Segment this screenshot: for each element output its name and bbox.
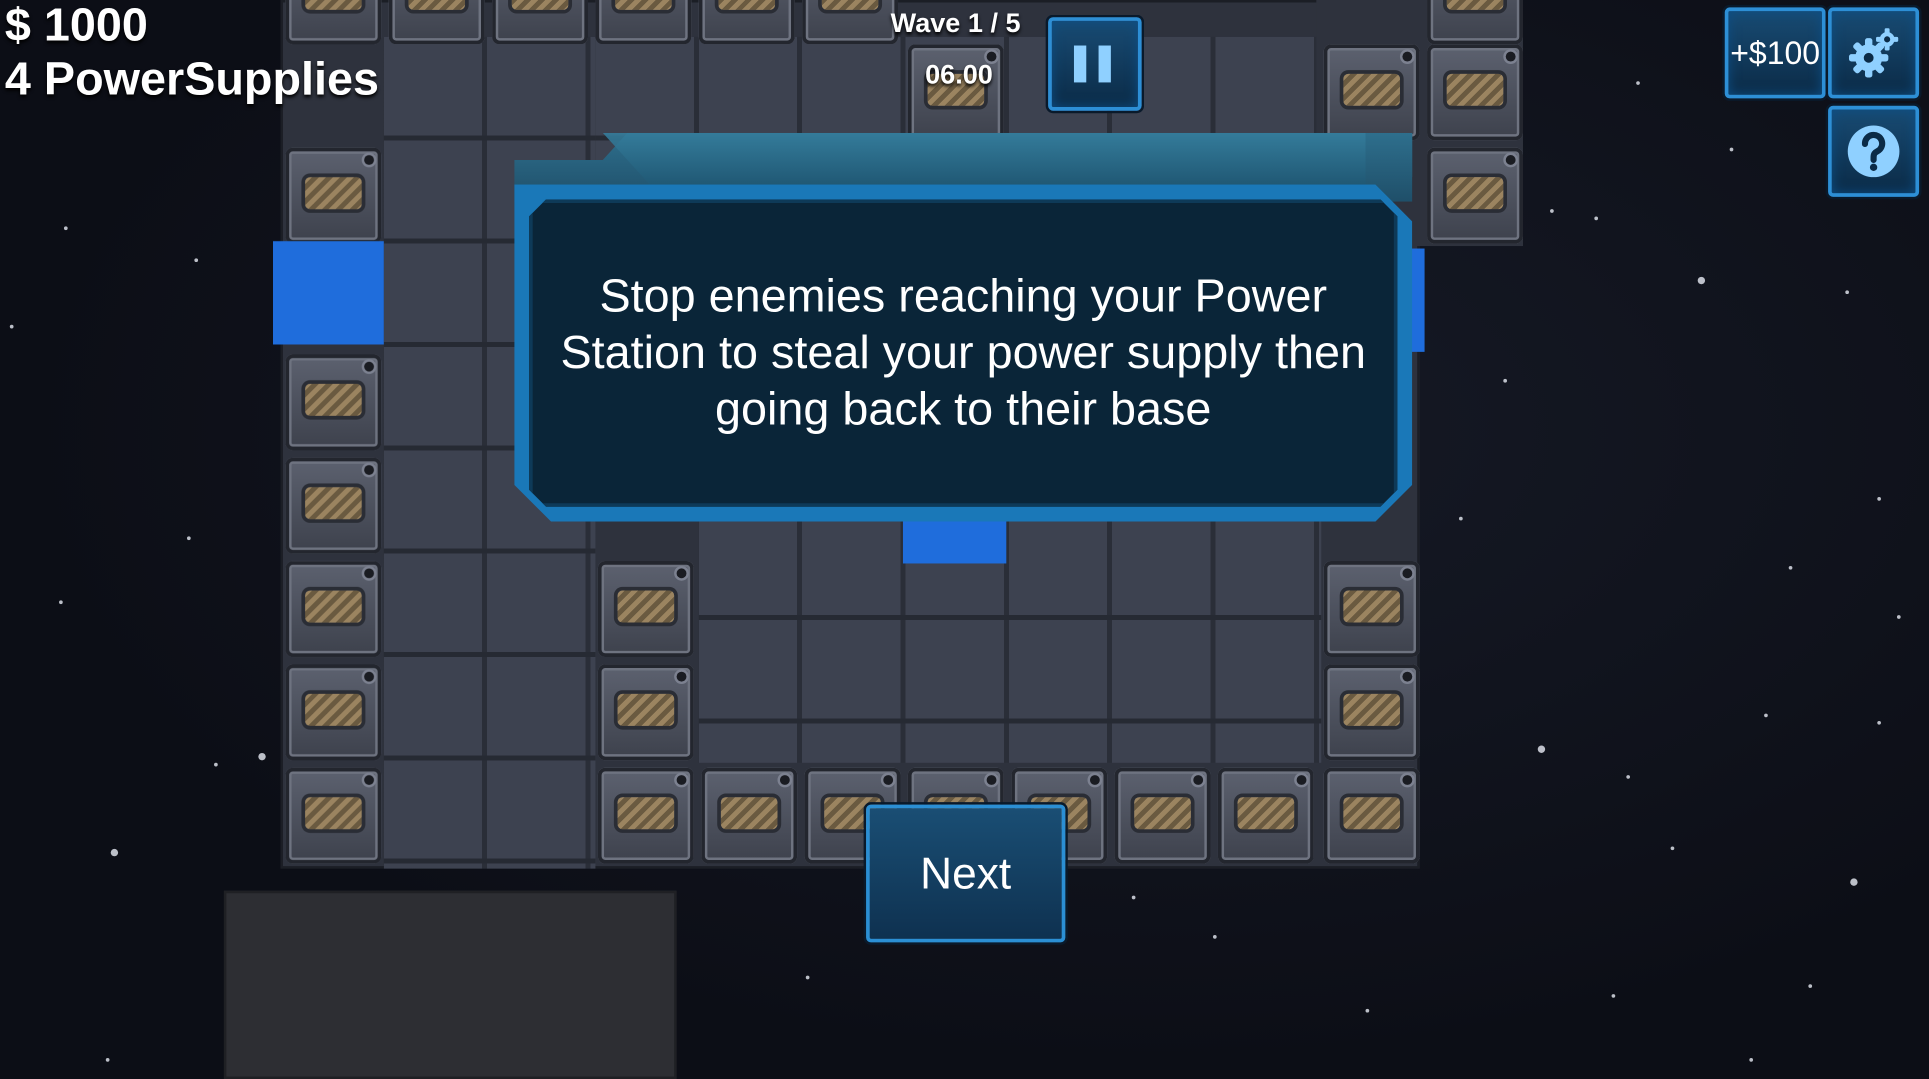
wave-timer: 06.00 xyxy=(925,59,993,90)
tower-slot[interactable] xyxy=(285,767,382,864)
tower-slot[interactable] xyxy=(285,561,382,657)
tower-slot[interactable] xyxy=(597,561,694,657)
star xyxy=(1788,565,1793,570)
star xyxy=(214,762,218,767)
tower-slot[interactable] xyxy=(1427,147,1523,244)
tower-slot[interactable] xyxy=(492,0,589,45)
star xyxy=(186,536,191,541)
tower-slot[interactable] xyxy=(285,0,382,45)
star xyxy=(194,258,199,263)
power-supplies-counter: 4 PowerSupplies xyxy=(4,54,380,106)
star xyxy=(110,848,119,857)
star xyxy=(1697,276,1706,285)
star xyxy=(1850,878,1858,886)
star xyxy=(1611,994,1616,998)
star xyxy=(59,600,63,605)
tower-slot[interactable] xyxy=(597,664,694,761)
tower-slot[interactable] xyxy=(1114,767,1211,864)
game-stage: $ 1000 4 PowerSupplies Wave 1 / 5 06.00 … xyxy=(0,0,1929,1079)
star xyxy=(1764,713,1768,718)
gear-icon xyxy=(1848,28,1899,78)
star xyxy=(105,1058,110,1062)
enemy-path xyxy=(698,516,1322,763)
tower-slot[interactable] xyxy=(285,354,382,451)
star xyxy=(1537,745,1546,753)
star xyxy=(1550,209,1554,213)
star xyxy=(63,226,68,231)
tower-slot[interactable] xyxy=(595,0,692,45)
star xyxy=(1594,216,1599,221)
money-counter: $ 1000 xyxy=(4,0,148,52)
tower-slot[interactable] xyxy=(597,767,694,864)
dialog-header-stripe xyxy=(602,132,1366,188)
enemy-spawn-marker xyxy=(273,241,384,345)
star xyxy=(1808,984,1813,988)
star xyxy=(1636,81,1640,85)
star xyxy=(1212,935,1217,939)
tower-slot[interactable] xyxy=(1427,0,1523,45)
enemy-base xyxy=(223,890,677,1079)
star xyxy=(1131,895,1136,900)
star xyxy=(805,975,810,980)
pause-button[interactable] xyxy=(1048,17,1142,111)
star xyxy=(1749,1058,1754,1062)
tower-slot[interactable] xyxy=(802,0,899,45)
power-station-marker xyxy=(902,516,1007,564)
star xyxy=(1503,378,1507,383)
tower-slot[interactable] xyxy=(285,457,382,554)
next-button[interactable]: Next xyxy=(866,804,1066,943)
tower-slot[interactable] xyxy=(1427,44,1523,141)
star xyxy=(1729,147,1734,152)
tower-slot[interactable] xyxy=(1323,561,1420,657)
tower-slot[interactable] xyxy=(388,0,485,45)
tower-slot[interactable] xyxy=(285,147,382,244)
star xyxy=(1670,846,1675,851)
star xyxy=(1877,720,1881,725)
star xyxy=(1626,775,1631,779)
tower-slot[interactable] xyxy=(701,767,798,864)
tutorial-message: Stop enemies reaching your Power Station… xyxy=(560,270,1367,436)
tower-slot[interactable] xyxy=(285,664,382,761)
star xyxy=(9,324,14,329)
question-mark-icon xyxy=(1847,125,1900,178)
star xyxy=(1459,516,1463,521)
star xyxy=(1877,497,1881,501)
tower-slot[interactable] xyxy=(1323,44,1420,141)
star xyxy=(1365,1008,1370,1013)
add-money-button[interactable]: +$100 xyxy=(1724,7,1826,99)
star xyxy=(1845,290,1849,295)
help-button[interactable] xyxy=(1828,105,1920,197)
tower-slot[interactable] xyxy=(1323,767,1420,864)
tower-slot[interactable] xyxy=(698,0,795,45)
tower-slot[interactable] xyxy=(1323,664,1420,761)
tower-slot[interactable] xyxy=(1217,767,1314,864)
wave-indicator: Wave 1 / 5 xyxy=(890,7,1021,39)
settings-button[interactable] xyxy=(1828,7,1920,99)
star xyxy=(1896,615,1901,619)
star xyxy=(258,752,266,761)
